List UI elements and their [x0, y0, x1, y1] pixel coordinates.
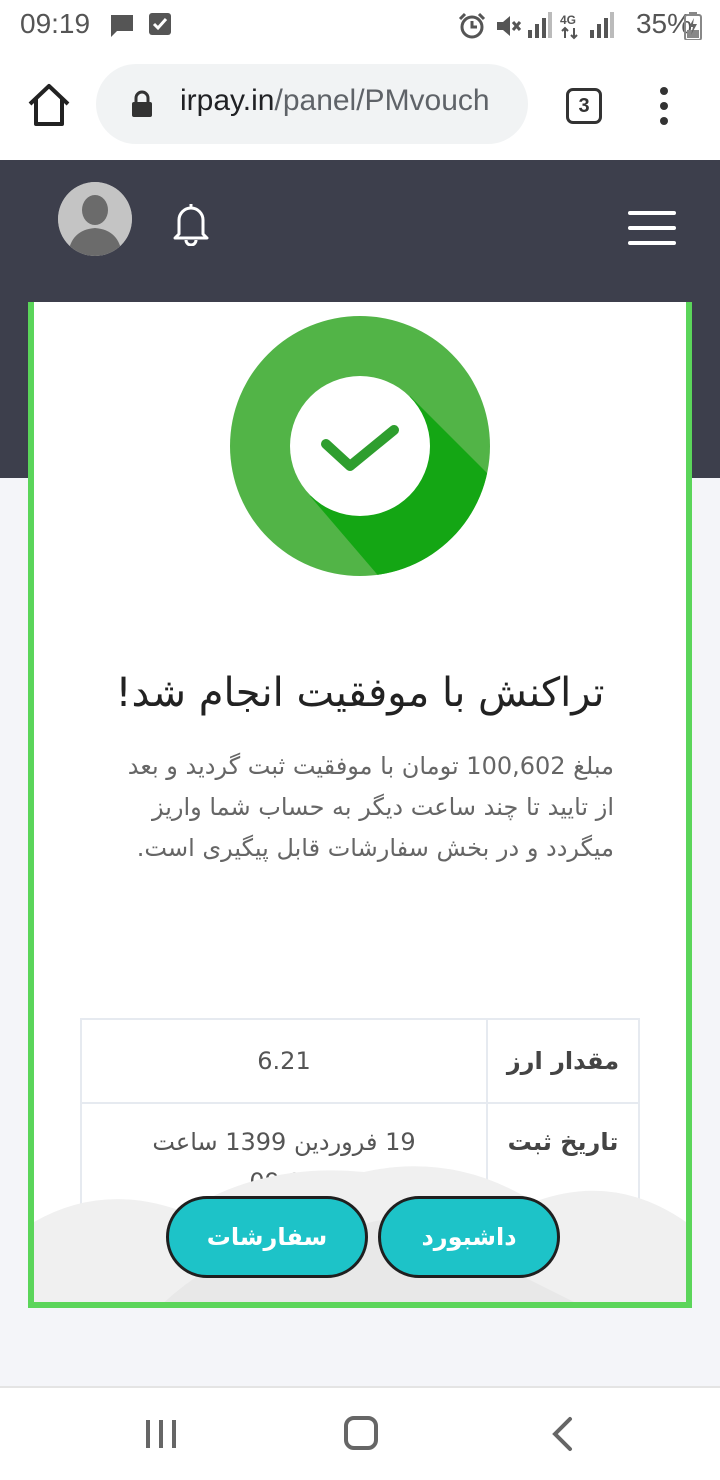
hamburger-menu-icon[interactable] — [626, 208, 678, 248]
lock-icon — [132, 90, 152, 117]
signal-icon-2 — [590, 12, 614, 38]
address-bar[interactable]: irpay.in/panel/PMvouch — [96, 64, 528, 144]
check-box-icon — [149, 13, 171, 35]
success-message: مبلغ 100,602 تومان با موفقیت ثبت گردید و… — [127, 752, 614, 862]
signal-icon — [528, 12, 552, 38]
user-icon — [58, 182, 132, 256]
more-options-icon[interactable] — [656, 86, 672, 126]
table-row: مقدار ارز 6.21 — [80, 1018, 640, 1104]
success-check-icon — [230, 316, 490, 576]
success-card: تراکنش با موفقیت انجام شد! مبلغ 100,602 … — [28, 302, 692, 1308]
svg-text:4G: 4G — [560, 13, 576, 27]
back-icon[interactable] — [550, 1416, 574, 1452]
home-nav-icon[interactable] — [344, 1416, 378, 1450]
url-text: irpay.in/panel/PMvouch — [180, 84, 490, 118]
currency-amount-value: 6.21 — [80, 1018, 488, 1104]
currency-amount-label: مقدار ارز — [486, 1018, 640, 1104]
tab-switcher-button[interactable]: 3 — [566, 88, 602, 124]
system-nav-bar — [0, 1386, 720, 1480]
dashboard-button[interactable]: داشبورد — [378, 1196, 560, 1278]
mute-icon — [497, 16, 522, 36]
browser-toolbar: irpay.in/panel/PMvouch 3 — [0, 52, 720, 160]
user-avatar[interactable] — [58, 182, 132, 256]
recent-apps-icon[interactable] — [144, 1418, 178, 1450]
status-bar: 09:19 4G 35% — [0, 0, 720, 52]
orders-button[interactable]: سفارشات — [166, 1196, 368, 1278]
url-path: /panel/PMvouch — [274, 84, 490, 117]
alarm-icon — [458, 12, 486, 39]
url-domain: irpay.in — [180, 84, 275, 117]
message-icon — [111, 15, 133, 37]
battery-charging-icon — [684, 12, 702, 40]
status-time: 09:19 — [20, 8, 91, 39]
4g-icon: 4G — [560, 13, 578, 40]
notification-bell-icon[interactable] — [170, 200, 212, 246]
currency-amount-text: 6.21 — [257, 1047, 311, 1075]
home-icon[interactable] — [24, 80, 74, 130]
success-title: تراکنش با موفقیت انجام شد! — [115, 670, 605, 716]
